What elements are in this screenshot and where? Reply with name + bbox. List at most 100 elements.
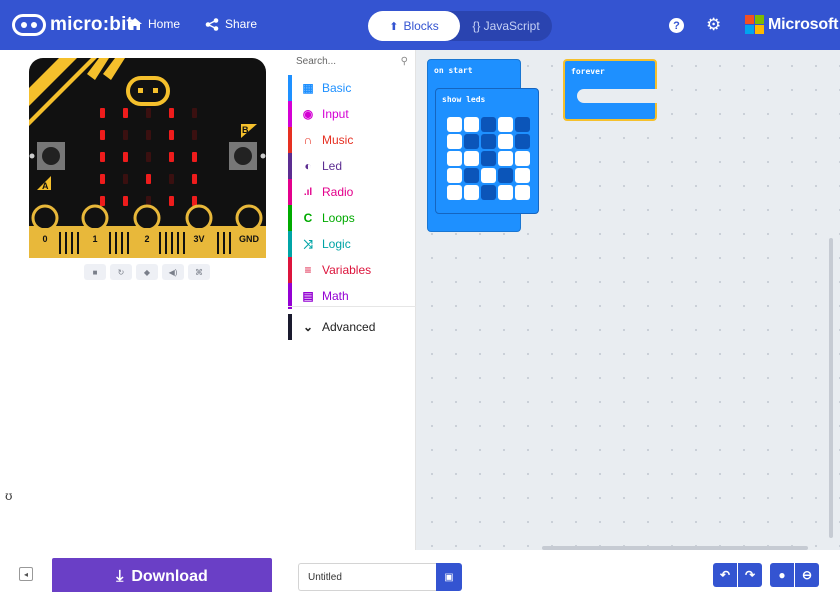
category-label: Input xyxy=(322,107,349,121)
category-advanced[interactable]: ⌄ Advanced xyxy=(288,314,416,340)
led-cell[interactable] xyxy=(464,185,479,200)
led-cell[interactable] xyxy=(447,185,462,200)
zoom-out-icon: ⊖ xyxy=(801,568,813,582)
workspace-scrollbar-vertical[interactable] xyxy=(829,238,833,538)
category-logic[interactable]: ⤨ Logic xyxy=(288,231,416,257)
category-color-bar xyxy=(288,231,292,257)
category-color-bar xyxy=(288,179,292,205)
led-cell[interactable] xyxy=(447,134,462,149)
led-grid[interactable] xyxy=(447,117,530,200)
led-cell[interactable] xyxy=(515,117,530,132)
led-cell[interactable] xyxy=(498,151,513,166)
project-title-input[interactable] xyxy=(298,563,436,591)
category-label: Advanced xyxy=(322,320,376,334)
screenshot-icon[interactable]: ⌘ xyxy=(188,264,210,280)
category-loops[interactable]: C Loops xyxy=(288,205,416,231)
zoom-in-button[interactable]: ● xyxy=(770,563,794,587)
led-cell[interactable] xyxy=(447,151,462,166)
stray-character: ʊ xyxy=(5,489,13,503)
on-start-label: on start xyxy=(434,66,473,75)
led-cell[interactable] xyxy=(515,134,530,149)
led-cell[interactable] xyxy=(481,117,496,132)
home-button[interactable]: Home xyxy=(128,17,180,31)
led-cell[interactable] xyxy=(498,134,513,149)
led-cell[interactable] xyxy=(481,134,496,149)
home-icon xyxy=(128,18,142,30)
undo-button[interactable]: ↶ xyxy=(713,563,737,587)
stop-icon[interactable]: ■ xyxy=(84,264,106,280)
help-icon[interactable]: ? xyxy=(669,18,684,33)
led-cell[interactable] xyxy=(464,151,479,166)
microbit-board[interactable]: A B 0 1 2 3V GND xyxy=(29,58,266,258)
category-label: Led xyxy=(322,159,343,173)
target-icon: ◉ xyxy=(302,107,314,121)
led-cell[interactable] xyxy=(464,168,479,183)
category-label: Radio xyxy=(322,185,354,199)
collapse-simulator-button[interactable]: ◂ xyxy=(19,567,33,581)
category-label: Logic xyxy=(322,237,351,251)
redo-icon: ↷ xyxy=(744,568,756,582)
led-cell[interactable] xyxy=(498,185,513,200)
category-label: Loops xyxy=(322,211,355,225)
tab-blocks[interactable]: ⬆ Blocks xyxy=(368,11,460,41)
blocks-workspace[interactable]: on start show leds forever xyxy=(416,50,840,550)
button-b-label: B xyxy=(242,125,249,135)
category-label: Basic xyxy=(322,81,352,95)
led-cell[interactable] xyxy=(515,185,530,200)
led-cell[interactable] xyxy=(481,185,496,200)
editor-toggle: ⬆ Blocks {} JavaScript xyxy=(368,11,552,41)
zoom-in-icon: ● xyxy=(778,568,786,582)
signal-icon: .ıl xyxy=(303,186,313,198)
zoom-out-button[interactable]: ⊖ xyxy=(795,563,819,587)
category-radio[interactable]: .ıl Radio xyxy=(288,179,416,205)
share-button[interactable]: Share xyxy=(205,17,257,31)
toolbox-search[interactable]: Search... ⚲ xyxy=(296,56,408,72)
led-cell[interactable] xyxy=(498,168,513,183)
tab-javascript-label: {} JavaScript xyxy=(472,19,540,33)
puzzle-icon: ⬆ xyxy=(389,20,399,33)
simulator-controls: ■ ↻ ◆ ◀) ⌘ xyxy=(84,264,210,280)
share-label: Share xyxy=(225,17,258,31)
pin-label-gnd: GND xyxy=(239,234,260,244)
save-icon[interactable]: ▣ xyxy=(436,563,462,591)
forever-label: forever xyxy=(571,67,605,76)
category-label: Math xyxy=(322,289,349,303)
button-a-label: A xyxy=(42,181,49,191)
download-icon: ⤓ xyxy=(116,568,124,585)
pin-label-1: 1 xyxy=(92,234,97,244)
led-cell[interactable] xyxy=(481,168,496,183)
category-input[interactable]: ◉ Input xyxy=(288,101,416,127)
category-label: Variables xyxy=(322,263,372,277)
slow-motion-icon[interactable]: ◆ xyxy=(136,264,158,280)
category-basic[interactable]: ▦ Basic xyxy=(288,75,416,101)
category-led[interactable]: ◐ Led xyxy=(288,153,416,179)
forever-block[interactable]: forever xyxy=(563,59,657,121)
microsoft-label[interactable]: Microsoft xyxy=(768,16,838,34)
led-cell[interactable] xyxy=(464,134,479,149)
grid-icon: ▦ xyxy=(302,81,314,95)
redo-button[interactable]: ↷ xyxy=(738,563,762,587)
led-cell[interactable] xyxy=(464,117,479,132)
microbit-logo[interactable]: micro:bit xyxy=(12,14,133,36)
show-leds-block[interactable]: show leds xyxy=(435,88,539,214)
search-input[interactable]: Search... xyxy=(296,56,336,67)
led-cell[interactable] xyxy=(515,168,530,183)
search-icon[interactable]: ⚲ xyxy=(401,56,408,67)
led-cell[interactable] xyxy=(515,151,530,166)
category-color-bar xyxy=(288,127,292,153)
led-cell[interactable] xyxy=(481,151,496,166)
led-cell[interactable] xyxy=(447,168,462,183)
led-cell[interactable] xyxy=(498,117,513,132)
toggle-icon: ◐ xyxy=(304,159,312,173)
category-variables[interactable]: ≡ Variables xyxy=(288,257,416,283)
led-cell[interactable] xyxy=(447,117,462,132)
gear-icon[interactable]: ⚙ xyxy=(706,16,721,33)
category-music[interactable]: ∩ Music xyxy=(288,127,416,153)
toolbox-divider xyxy=(288,306,416,307)
mute-icon[interactable]: ◀) xyxy=(162,264,184,280)
restart-icon[interactable]: ↻ xyxy=(110,264,132,280)
download-button[interactable]: ⤓ Download xyxy=(52,558,272,592)
list-icon: ≡ xyxy=(304,263,312,277)
download-label: Download xyxy=(131,568,208,585)
tab-javascript[interactable]: {} JavaScript xyxy=(460,11,552,41)
